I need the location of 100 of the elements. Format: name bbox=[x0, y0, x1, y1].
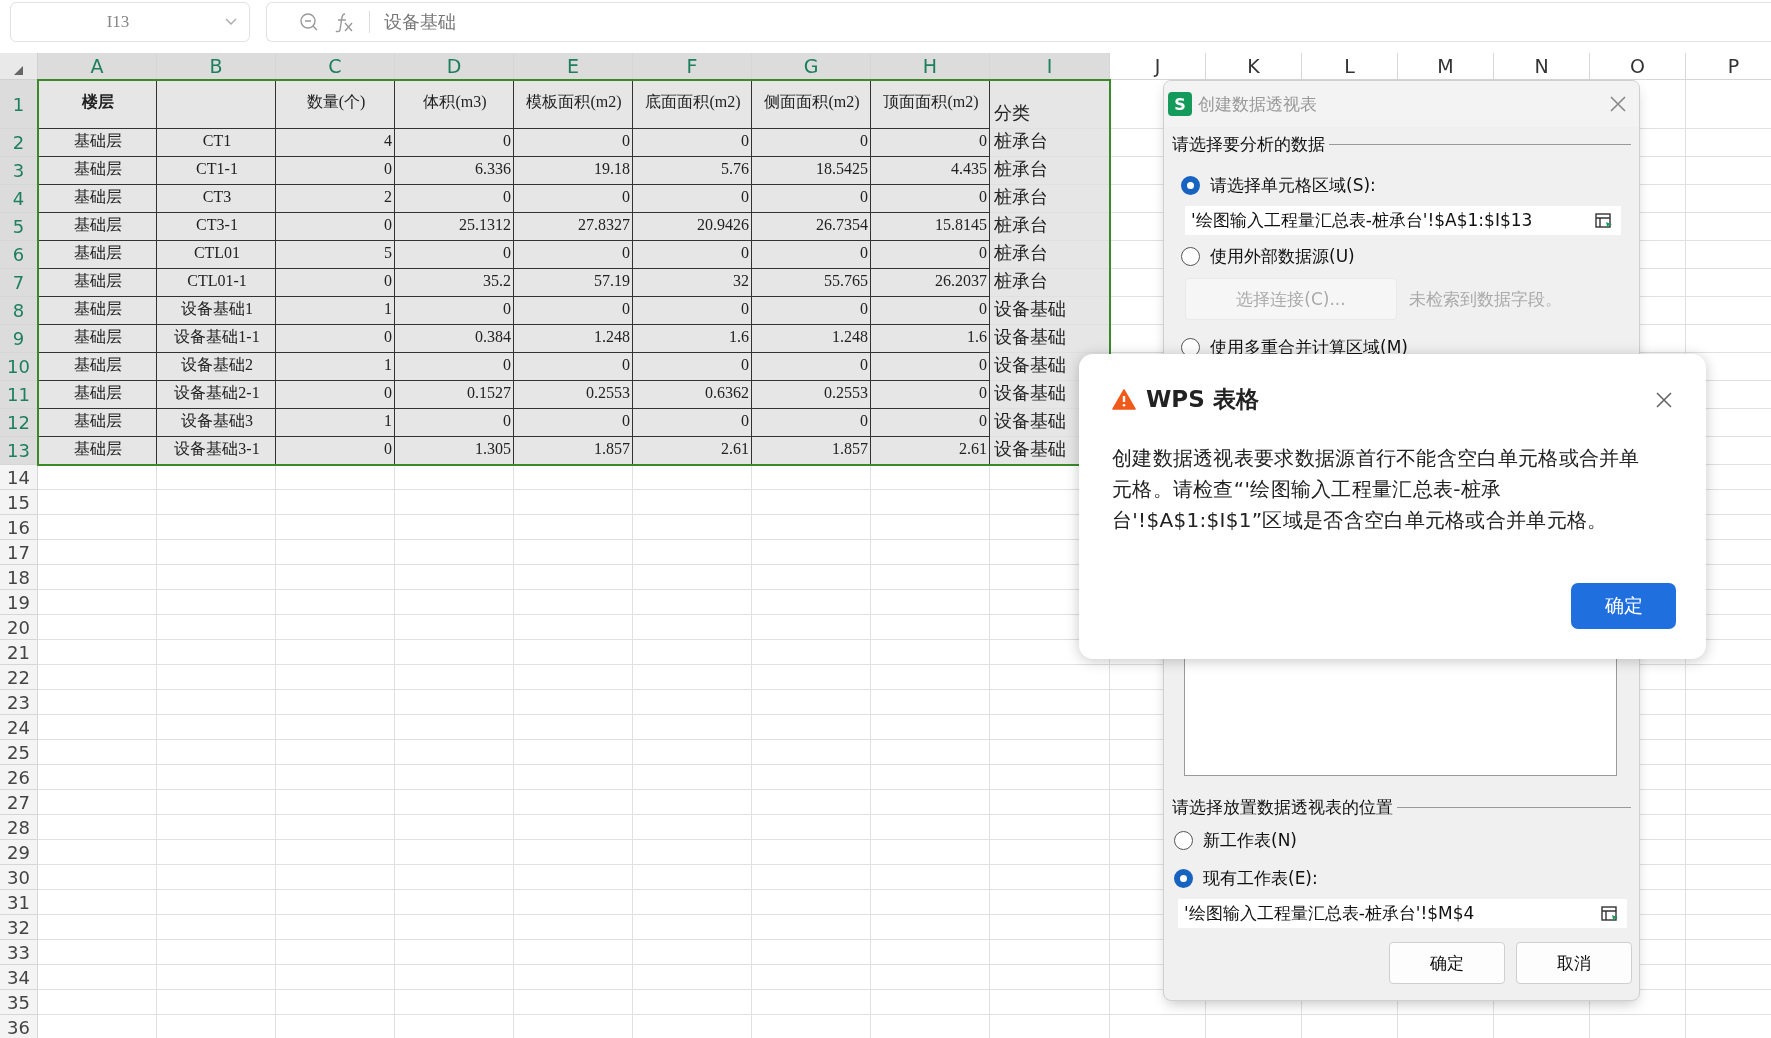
table-cell: 0 bbox=[752, 353, 871, 381]
table-cell: 0 bbox=[752, 129, 871, 157]
table-cell: 0 bbox=[752, 409, 871, 437]
dialog-title: 创建数据透视表 bbox=[1198, 92, 1318, 116]
table-cell: 0.384 bbox=[395, 325, 514, 353]
table-cell: 桩承台 bbox=[990, 269, 1110, 297]
table-cell: 0 bbox=[276, 381, 395, 409]
table-cell: 20.9426 bbox=[633, 213, 752, 241]
table-cell: 0 bbox=[276, 213, 395, 241]
table-cell: 1.857 bbox=[514, 437, 633, 465]
section-heading: 请选择要分析的数据 bbox=[1172, 133, 1325, 156]
table-cell: CTL01 bbox=[157, 241, 276, 269]
table-cell: 5 bbox=[276, 241, 395, 269]
table-cell: 0 bbox=[395, 353, 514, 381]
table-cell: 55.765 bbox=[752, 269, 871, 297]
table-cell: 6.336 bbox=[395, 157, 514, 185]
table-cell: 32 bbox=[633, 269, 752, 297]
table-cell: 桩承台 bbox=[990, 129, 1110, 157]
table-cell: 设备基础3-1 bbox=[157, 437, 276, 465]
table-cell: 0 bbox=[514, 297, 633, 325]
table-cell: 设备基础2 bbox=[157, 353, 276, 381]
table-cell: 5.76 bbox=[633, 157, 752, 185]
table-cell: 设备基础 bbox=[990, 325, 1110, 353]
table-cell: 0 bbox=[871, 129, 990, 157]
table-cell: CT1-1 bbox=[157, 157, 276, 185]
connection-note: 未检索到数据字段。 bbox=[1409, 287, 1562, 311]
table-cell: 基础层 bbox=[38, 157, 157, 185]
table-cell: 顶面面积(m2) bbox=[871, 80, 990, 129]
table-cell: 底面面积(m2) bbox=[633, 80, 752, 129]
table-cell: 2.61 bbox=[871, 437, 990, 465]
table-cell: 4 bbox=[276, 129, 395, 157]
table-cell: 0 bbox=[514, 241, 633, 269]
table-cell: 0 bbox=[871, 353, 990, 381]
table-cell: 0 bbox=[395, 409, 514, 437]
table-cell: 基础层 bbox=[38, 213, 157, 241]
table-cell: 26.2037 bbox=[871, 269, 990, 297]
table-cell: 2.61 bbox=[633, 437, 752, 465]
table-cell: 0 bbox=[633, 409, 752, 437]
table-cell: 基础层 bbox=[38, 129, 157, 157]
table-cell: 0.6362 bbox=[633, 381, 752, 409]
table-cell: 0 bbox=[871, 297, 990, 325]
table-cell: 0 bbox=[871, 381, 990, 409]
table-cell: 基础层 bbox=[38, 297, 157, 325]
table-cell: 设备基础 bbox=[990, 297, 1110, 325]
table-cell: 桩承台 bbox=[990, 157, 1110, 185]
table-cell: 侧面面积(m2) bbox=[752, 80, 871, 129]
table-cell: 分类 bbox=[990, 80, 1110, 129]
table-cell: 0 bbox=[276, 325, 395, 353]
table-cell: CT3-1 bbox=[157, 213, 276, 241]
table-cell: 体积(m3) bbox=[395, 80, 514, 129]
table-cell: 0 bbox=[633, 241, 752, 269]
table-cell: 0 bbox=[871, 241, 990, 269]
table-cell: 0 bbox=[276, 157, 395, 185]
table-cell: 0 bbox=[276, 437, 395, 465]
table-cell: 0 bbox=[395, 185, 514, 213]
table-cell: 1 bbox=[276, 297, 395, 325]
table-cell: 模板面积(m2) bbox=[514, 80, 633, 129]
table-cell: 0 bbox=[395, 241, 514, 269]
table-cell: 1.248 bbox=[514, 325, 633, 353]
table-cell: 基础层 bbox=[38, 269, 157, 297]
table-cell: 0 bbox=[633, 185, 752, 213]
table-cell: 0 bbox=[752, 297, 871, 325]
table-cell: CT3 bbox=[157, 185, 276, 213]
alert-title: WPS 表格 bbox=[1146, 385, 1260, 414]
table-cell: 设备基础2-1 bbox=[157, 381, 276, 409]
table-cell: 25.1312 bbox=[395, 213, 514, 241]
table-cell: 1.6 bbox=[871, 325, 990, 353]
table-cell: 35.2 bbox=[395, 269, 514, 297]
table-cell: 0 bbox=[514, 129, 633, 157]
table-cell: 0.2553 bbox=[514, 381, 633, 409]
table-cell: 基础层 bbox=[38, 409, 157, 437]
table-cell: CTL01-1 bbox=[157, 269, 276, 297]
alert-message: 创建数据透视表要求数据源首行不能含空白单元格或合并单元格。请检查“'绘图输入工程量汇总表-桩承台'!$A$1:$I$1”区域是否含空白单元格或合并单元格。 bbox=[1112, 445, 1641, 534]
app-icon: S bbox=[1168, 92, 1192, 116]
table-cell: 0 bbox=[276, 269, 395, 297]
table-cell: 基础层 bbox=[38, 241, 157, 269]
table-cell: 4.435 bbox=[871, 157, 990, 185]
table-cell: 26.7354 bbox=[752, 213, 871, 241]
table-cell: 楼层 bbox=[38, 80, 157, 129]
table-cell: 数量(个) bbox=[276, 80, 395, 129]
table-cell: 27.8327 bbox=[514, 213, 633, 241]
table-cell: 基础层 bbox=[38, 353, 157, 381]
table-cell: 0 bbox=[633, 297, 752, 325]
table-cell: 0 bbox=[514, 185, 633, 213]
table-cell: 桩承台 bbox=[990, 213, 1110, 241]
table-cell: 1 bbox=[276, 353, 395, 381]
table-cell: 0 bbox=[633, 353, 752, 381]
table-cell: 基础层 bbox=[38, 325, 157, 353]
table-cell: 0.1527 bbox=[395, 381, 514, 409]
table-cell: 基础层 bbox=[38, 437, 157, 465]
table-cell: 0 bbox=[514, 409, 633, 437]
table-cell: 设备基础3 bbox=[157, 409, 276, 437]
table-cell: 0 bbox=[752, 241, 871, 269]
table-cell: 0 bbox=[871, 185, 990, 213]
section-heading: 请选择放置数据透视表的位置 bbox=[1172, 796, 1393, 819]
table-cell: 18.5425 bbox=[752, 157, 871, 185]
table-cell: 0.2553 bbox=[752, 381, 871, 409]
table-cell: CT1 bbox=[157, 129, 276, 157]
table-cell: 0 bbox=[633, 129, 752, 157]
table-cell: 1.6 bbox=[633, 325, 752, 353]
